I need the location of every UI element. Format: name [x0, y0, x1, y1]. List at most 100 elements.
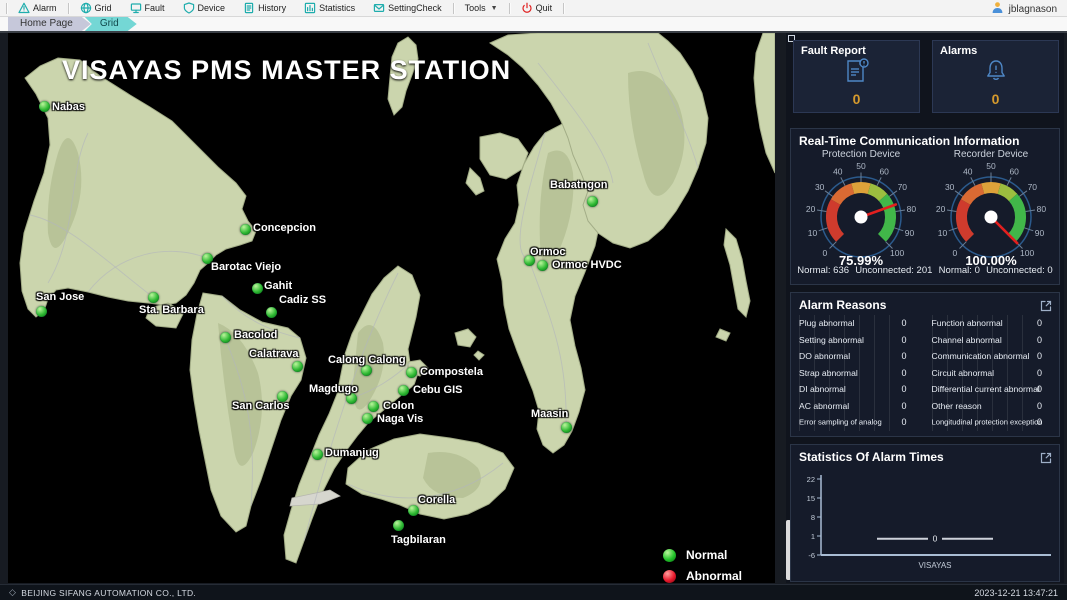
gauge-title: Protection Device — [797, 149, 925, 163]
station-label-ormoc: Ormoc — [530, 246, 565, 258]
svg-text:1: 1 — [811, 532, 815, 541]
svg-text:15: 15 — [807, 494, 815, 503]
toolbar-separator — [6, 3, 7, 14]
map-legend: Normal Abnormal — [663, 548, 742, 583]
station-ormoc-hvdc[interactable] — [537, 260, 548, 271]
alarm-reason-label: Setting abnormal — [799, 335, 864, 345]
alarm-reason-row: DO abnormal 0 — [799, 348, 921, 365]
status-bar-clock: 2023-12-21 13:47:21 — [974, 588, 1058, 598]
toolbar-separator — [563, 3, 564, 14]
toolbar-item-settingcheck[interactable]: SettingCheck — [364, 1, 451, 16]
svg-text:40: 40 — [963, 167, 973, 177]
toolbar-item-history[interactable]: History — [234, 1, 295, 16]
station-calong-calong[interactable] — [361, 365, 372, 376]
svg-text:90: 90 — [1035, 228, 1045, 238]
tab-home-page[interactable]: Home Page — [8, 17, 91, 31]
station-nabas[interactable] — [39, 101, 50, 112]
toolbar-item-label: Statistics — [319, 3, 355, 13]
expand-icon[interactable] — [1040, 299, 1052, 311]
alarm-reason-value: 0 — [895, 335, 913, 345]
svg-text:90: 90 — [905, 228, 915, 238]
station-bacolod[interactable] — [220, 332, 231, 343]
monitor-icon — [130, 2, 142, 14]
alarm-reason-value: 0 — [1031, 351, 1049, 361]
station-label-bacolod: Bacolod — [234, 329, 277, 341]
fault-report-card[interactable]: Fault Report 0 — [793, 40, 920, 113]
alarm-reason-label: Communication abnormal — [932, 351, 1030, 361]
alarm-reason-label: Differential current abnormal — [932, 384, 1040, 394]
alarm-reason-row: Setting abnormal 0 — [799, 332, 921, 349]
station-compostela[interactable] — [406, 367, 417, 378]
station-calatrava[interactable] — [292, 361, 303, 372]
alarm-times-chart: 221581-60VISAYAS — [797, 471, 1055, 584]
toolbar-item-fault[interactable]: Fault — [121, 1, 174, 16]
station-label-calatrava: Calatrava — [249, 348, 299, 360]
station-maasin[interactable] — [561, 422, 572, 433]
username-label: jblagnason — [1009, 4, 1057, 15]
alarm-reason-row: Communication abnormal 0 — [932, 348, 1054, 365]
svg-text:-6: -6 — [808, 551, 815, 560]
station-label-sta-barbara: Sta. Barbara — [139, 304, 204, 316]
svg-text:20: 20 — [936, 204, 946, 214]
map-canvas[interactable]: .isl { fill:#cbd5ad; stroke:#a3ad87; str… — [8, 33, 775, 583]
svg-text:0: 0 — [823, 248, 828, 258]
company-logo-icon: ◇ — [9, 587, 16, 598]
quit-button[interactable]: Quit — [512, 1, 562, 16]
toolbar-item-grid[interactable]: Grid — [71, 1, 121, 16]
svg-text:70: 70 — [898, 182, 908, 192]
station-colon[interactable] — [368, 401, 379, 412]
legend-row-abnormal: Abnormal — [663, 569, 742, 583]
expand-icon[interactable] — [1040, 451, 1052, 463]
alarms-count: 0 — [933, 91, 1058, 107]
alarm-reason-value: 0 — [1031, 368, 1049, 378]
alarm-reason-label: Strap abnormal — [799, 368, 858, 378]
toolbar-item-device[interactable]: Device — [174, 1, 235, 16]
station-concepcion[interactable] — [240, 224, 251, 235]
alarm-bell-icon — [982, 57, 1010, 90]
station-cadiz-ss[interactable] — [266, 307, 277, 318]
alarm-reason-row: Other reason 0 — [932, 398, 1054, 415]
alarm-reason-value: 0 — [895, 351, 913, 361]
alarm-reasons-panel: Alarm Reasons Plug abnormal 0 Setting ab… — [790, 292, 1060, 437]
alarm-reason-row: Error sampling of analog 0 — [799, 414, 921, 431]
tab-grid[interactable]: Grid — [85, 17, 137, 31]
tools-menu-button[interactable]: Tools ▼ — [456, 1, 507, 16]
user-box[interactable]: jblagnason — [991, 1, 1057, 17]
station-dumanjug[interactable] — [312, 449, 323, 460]
power-icon — [521, 2, 533, 14]
realtime-communication-panel: Real-Time Communication Information Prot… — [790, 128, 1060, 285]
chevron-down-icon: ▼ — [491, 5, 498, 12]
alarm-reasons-list: Plug abnormal 0 Setting abnormal 0 DO ab… — [799, 315, 1053, 431]
alarm-reasons-right-column: Function abnormal 0 Channel abnormal 0 C… — [932, 315, 1054, 431]
station-gahit[interactable] — [252, 283, 263, 294]
station-san-jose[interactable] — [36, 306, 47, 317]
alarm-reason-row: Function abnormal 0 — [932, 315, 1054, 332]
station-label-naga-vis: Naga Vis — [377, 413, 423, 425]
svg-text:0: 0 — [953, 248, 958, 258]
toolbar-item-alarm[interactable]: Alarm — [9, 1, 66, 16]
station-label-ormoc-hvdc: Ormoc HVDC — [552, 259, 622, 271]
svg-text:60: 60 — [879, 167, 889, 177]
station-cebu-gis[interactable] — [398, 385, 409, 396]
svg-text:VISAYAS: VISAYAS — [918, 561, 951, 570]
alarms-card[interactable]: Alarms 0 — [932, 40, 1059, 113]
alarm-reason-value: 0 — [1031, 384, 1049, 394]
gauge-normal-count: Normal: 636 — [797, 265, 849, 276]
alarm-reason-row: Plug abnormal 0 — [799, 315, 921, 332]
station-label-colon: Colon — [383, 400, 414, 412]
document-icon — [243, 2, 255, 14]
alarm-reasons-title: Alarm Reasons — [799, 298, 886, 312]
svg-text:40: 40 — [833, 167, 843, 177]
station-corella[interactable] — [408, 505, 419, 516]
alarm-statistics-title: Statistics Of Alarm Times — [799, 450, 944, 464]
tools-label: Tools — [465, 3, 486, 13]
station-naga-vis[interactable] — [362, 413, 373, 424]
station-tagbilaran[interactable] — [393, 520, 404, 531]
svg-text:30: 30 — [945, 182, 955, 192]
toolbar-item-statistics[interactable]: Statistics — [295, 1, 364, 16]
main-content: .isl { fill:#cbd5ad; stroke:#a3ad87; str… — [0, 33, 1067, 584]
station-babatngon[interactable] — [587, 196, 598, 207]
station-sta-barbara[interactable] — [148, 292, 159, 303]
gauge-title: Recorder Device — [927, 149, 1055, 163]
station-label-concepcion: Concepcion — [253, 222, 316, 234]
